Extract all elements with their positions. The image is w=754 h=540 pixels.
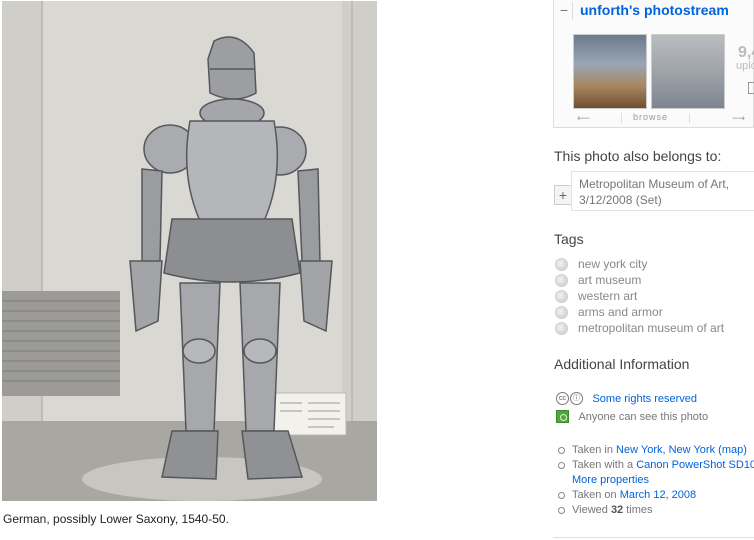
photo-sidebar: − unforth's photostream 9,4 uplo ⟵ brows… [553, 0, 754, 540]
uploads-label: uplo [736, 60, 754, 72]
divider [553, 537, 754, 538]
privacy-text: Anyone can see this photo [578, 410, 709, 423]
photo-info-list: Taken in New York, New York (map) Taken … [557, 443, 754, 518]
photostream-thumbnail-previous[interactable] [573, 34, 647, 109]
photostream-box: − unforth's photostream 9,4 uplo ⟵ brows… [553, 0, 754, 128]
tag-label[interactable]: arms and armor [578, 305, 663, 319]
tag-globe-icon [555, 258, 568, 271]
tag-item[interactable]: art museum [555, 273, 724, 289]
more-properties-item: More properties [557, 473, 754, 488]
arrow-right-icon[interactable]: ⟶ [732, 113, 745, 124]
tag-label[interactable]: metropolitan museum of art [578, 321, 724, 335]
attribution-icon: ⓘ [570, 392, 583, 406]
viewed-suffix: times [623, 504, 653, 516]
also-belongs-heading: This photo also belongs to: [554, 148, 722, 164]
divider [621, 113, 622, 123]
tag-label[interactable]: western art [578, 289, 637, 303]
add-set-button[interactable]: + [554, 185, 572, 205]
viewed-prefix: Viewed [572, 504, 611, 516]
set-row: + Metropolitan Museum of Art, 3/12/2008 … [554, 171, 754, 211]
viewed-item: Viewed 32 times [557, 503, 754, 518]
photostream-header: − unforth's photostream [554, 0, 754, 24]
tag-label[interactable]: new york city [578, 257, 647, 271]
tag-item[interactable]: arms and armor [555, 305, 724, 321]
circle-bullet-icon [558, 507, 565, 514]
armor-illustration [2, 1, 377, 501]
circle-bullet-icon [558, 492, 565, 499]
circle-bullet-icon [558, 447, 565, 454]
tag-list: new york city art museum western art arm… [555, 257, 724, 337]
creative-commons-icon: cc [556, 392, 569, 406]
taken-in-item: Taken in New York, New York (map) [557, 443, 754, 458]
minus-icon[interactable]: − [556, 2, 573, 20]
set-link[interactable]: Metropolitan Museum of Art, 3/12/2008 (S… [571, 171, 754, 211]
date-link[interactable]: March 12, 2008 [620, 489, 696, 501]
divider [689, 113, 690, 123]
additional-info-heading: Additional Information [554, 356, 690, 372]
tag-globe-icon [555, 290, 568, 303]
main-photo[interactable] [2, 1, 377, 501]
taken-on-prefix: Taken on [572, 489, 620, 501]
license-link[interactable]: Some rights reserved [592, 393, 697, 405]
photostream-thumbnail-next[interactable] [651, 34, 725, 109]
tag-item[interactable]: metropolitan museum of art [555, 321, 724, 337]
tag-item[interactable]: new york city [555, 257, 724, 273]
tag-label[interactable]: art museum [578, 273, 641, 287]
browse-link[interactable]: browse [633, 112, 668, 122]
taken-in-prefix: Taken in [572, 444, 617, 456]
photo-caption: German, possibly Lower Saxony, 1540-50. [3, 512, 229, 526]
tag-globe-icon [555, 322, 568, 335]
license-row: cc ⓘ Some rights reserved [556, 390, 697, 406]
view-count: 32 [610, 504, 624, 516]
circle-bullet-icon [558, 462, 565, 469]
tag-globe-icon [555, 306, 568, 319]
camera-link[interactable]: Canon PowerShot SD10 [636, 459, 754, 471]
public-privacy-icon [556, 410, 569, 424]
photostream-browse-bar: ⟵ browse ⟶ [571, 112, 751, 124]
taken-with-item: Taken with a Canon PowerShot SD10 [557, 458, 754, 473]
set-subtitle: 3/12/2008 (Set) [579, 193, 662, 207]
location-link[interactable]: New York, New York [616, 444, 715, 456]
uploads-box-icon [748, 82, 754, 94]
tag-globe-icon [555, 274, 568, 287]
photostream-title-link[interactable]: unforth's photostream [580, 2, 729, 18]
more-properties-link[interactable]: More properties [572, 474, 649, 486]
set-title: Metropolitan Museum of Art, [579, 177, 730, 191]
arrow-left-icon[interactable]: ⟵ [577, 113, 590, 124]
tags-heading: Tags [554, 231, 584, 247]
map-link[interactable]: (map) [718, 444, 747, 456]
taken-with-prefix: Taken with a [572, 459, 637, 471]
taken-on-item: Taken on March 12, 2008 [557, 488, 754, 503]
tag-item[interactable]: western art [555, 289, 724, 305]
privacy-row: Anyone can see this photo [556, 408, 708, 424]
